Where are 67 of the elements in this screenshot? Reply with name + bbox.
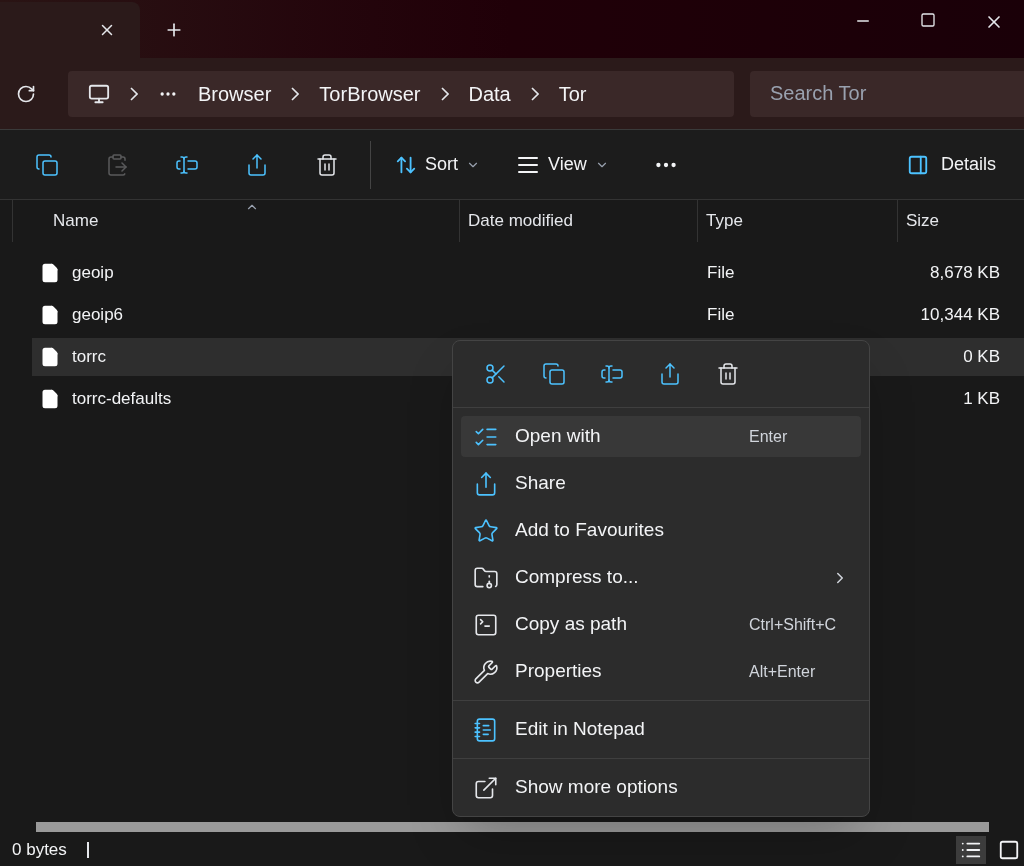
- chevron-icon: [440, 86, 449, 101]
- file-icon: [40, 263, 60, 283]
- column-header[interactable]: Size: [898, 200, 1024, 242]
- details-button[interactable]: Details: [906, 151, 1024, 178]
- file-icon: [40, 305, 60, 325]
- file-type: File: [707, 263, 735, 283]
- breadcrumb[interactable]: TorBrowser: [319, 78, 421, 109]
- maximize-icon[interactable]: [920, 12, 936, 28]
- horizontal-scrollbar[interactable]: [36, 822, 989, 832]
- address-bar[interactable]: Browser TorBrowser Data Tor: [68, 70, 734, 117]
- expand-icon: [473, 774, 499, 801]
- menu-item[interactable]: Share: [461, 463, 861, 504]
- share-icon: [245, 152, 269, 177]
- menu-item[interactable]: Open with Enter: [461, 416, 861, 457]
- search-field[interactable]: Search Tor: [750, 70, 1024, 117]
- view-toggle[interactable]: [956, 836, 986, 864]
- file-row[interactable]: torrc-defaults 1 KB: [32, 380, 1024, 418]
- menu-item[interactable]: Compress to...: [461, 557, 861, 598]
- share-icon: [658, 362, 682, 386]
- file-name: torrc: [72, 346, 106, 369]
- file-type: File: [707, 305, 735, 325]
- file-name: geoip: [72, 262, 114, 285]
- file-size: 8,678 KB: [929, 262, 1001, 285]
- breadcrumb[interactable]: Tor: [558, 78, 587, 109]
- refresh-icon[interactable]: [16, 83, 36, 104]
- menu-item[interactable]: Copy as path Ctrl+Shift+C: [461, 604, 861, 645]
- menu-item[interactable]: Properties Alt+Enter: [461, 651, 861, 692]
- file-icon: [40, 347, 60, 367]
- path-icon: [473, 611, 499, 638]
- file-size: 10,344 KB: [919, 304, 1001, 327]
- menu-item[interactable]: Edit in Notepad: [461, 709, 861, 750]
- column-header[interactable]: Type: [698, 200, 898, 242]
- menu-item[interactable]: Show more options: [461, 767, 861, 808]
- copy-icon: [542, 362, 566, 386]
- chevron-icon: [130, 86, 138, 101]
- panel-icon: [906, 153, 929, 176]
- file-icon: [40, 389, 60, 409]
- computer-icon: [88, 82, 110, 105]
- shortcut-text: Alt+Enter: [749, 661, 816, 682]
- file-size: 0 KB: [962, 346, 1001, 369]
- trash-icon: [716, 362, 740, 386]
- trash-icon: [315, 152, 339, 177]
- file-name: geoip6: [72, 304, 124, 327]
- view-button[interactable]: View: [496, 151, 629, 178]
- shortcut-text: Enter: [749, 426, 788, 447]
- chevron-icon: [530, 86, 539, 101]
- wrench-icon: [473, 658, 499, 685]
- shortcut-text: Ctrl+Shift+C: [749, 614, 837, 635]
- clipboard-icon: [105, 152, 129, 177]
- chevron-icon: [291, 86, 300, 101]
- tiles-view-icon: [998, 839, 1020, 861]
- star-icon: [473, 517, 499, 544]
- scissors-icon: [484, 362, 508, 386]
- file-row[interactable]: geoip File 8,678 KB: [32, 254, 1024, 292]
- breadcrumb[interactable]: Browser: [198, 78, 272, 109]
- column-header[interactable]: Date modified: [460, 200, 698, 242]
- rename-icon: [600, 362, 624, 386]
- copy-icon: [35, 152, 59, 177]
- sort-button[interactable]: Sort: [379, 151, 496, 178]
- status-text: 0 bytes: [12, 839, 67, 862]
- zip-folder-icon: [473, 564, 499, 591]
- column-header[interactable]: Name: [13, 200, 460, 242]
- menu-item[interactable]: Add to Favourites: [461, 510, 861, 551]
- file-size: 1 KB: [962, 388, 1001, 411]
- file-name: torrc-defaults: [72, 388, 172, 411]
- file-row[interactable]: geoip6 File 10,344 KB: [32, 296, 1024, 334]
- breadcrumb[interactable]: Data: [468, 78, 511, 109]
